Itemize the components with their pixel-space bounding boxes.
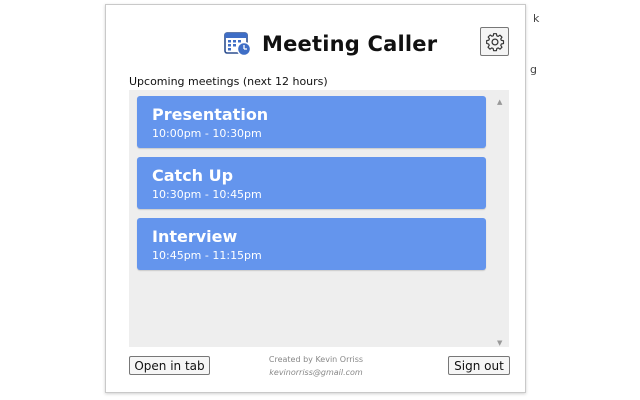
meeting-list[interactable]: Presentation 10:00pm - 10:30pm Catch Up … [129,90,509,347]
gear-icon [485,32,504,51]
meeting-time: 10:00pm - 10:30pm [152,127,262,140]
meeting-title: Catch Up [152,166,234,185]
scroll-down-arrow-icon[interactable]: ▼ [497,339,502,347]
background-text-fragment: k [533,12,540,25]
meeting-card[interactable]: Interview 10:45pm - 11:15pm [137,218,486,270]
meeting-title: Presentation [152,105,269,124]
meeting-time: 10:30pm - 10:45pm [152,188,262,201]
page-title: Meeting Caller [262,32,438,56]
open-in-tab-button[interactable]: Open in tab [129,356,210,375]
meeting-title: Interview [152,227,238,246]
scroll-up-arrow-icon[interactable]: ▲ [497,98,502,106]
background-text-fragment: g [530,63,537,76]
header: Meeting Caller [106,27,525,67]
credit-line: Created by Kevin Orriss [268,355,364,364]
upcoming-meetings-label: Upcoming meetings (next 12 hours) [129,75,328,88]
meeting-time: 10:45pm - 11:15pm [152,249,262,262]
credits: Created by Kevin Orriss kevinorriss@gmai… [236,353,396,379]
calendar-clock-icon [224,32,252,57]
meeting-card[interactable]: Presentation 10:00pm - 10:30pm [137,96,486,148]
title-group: Meeting Caller [224,31,437,57]
extension-popup: Meeting Caller Upcoming meetings (next 1… [105,4,526,393]
settings-button[interactable] [480,27,509,56]
sign-out-button[interactable]: Sign out [448,356,510,375]
meeting-card[interactable]: Catch Up 10:30pm - 10:45pm [137,157,486,209]
credit-email: kevinorriss@gmail.com [269,368,363,377]
